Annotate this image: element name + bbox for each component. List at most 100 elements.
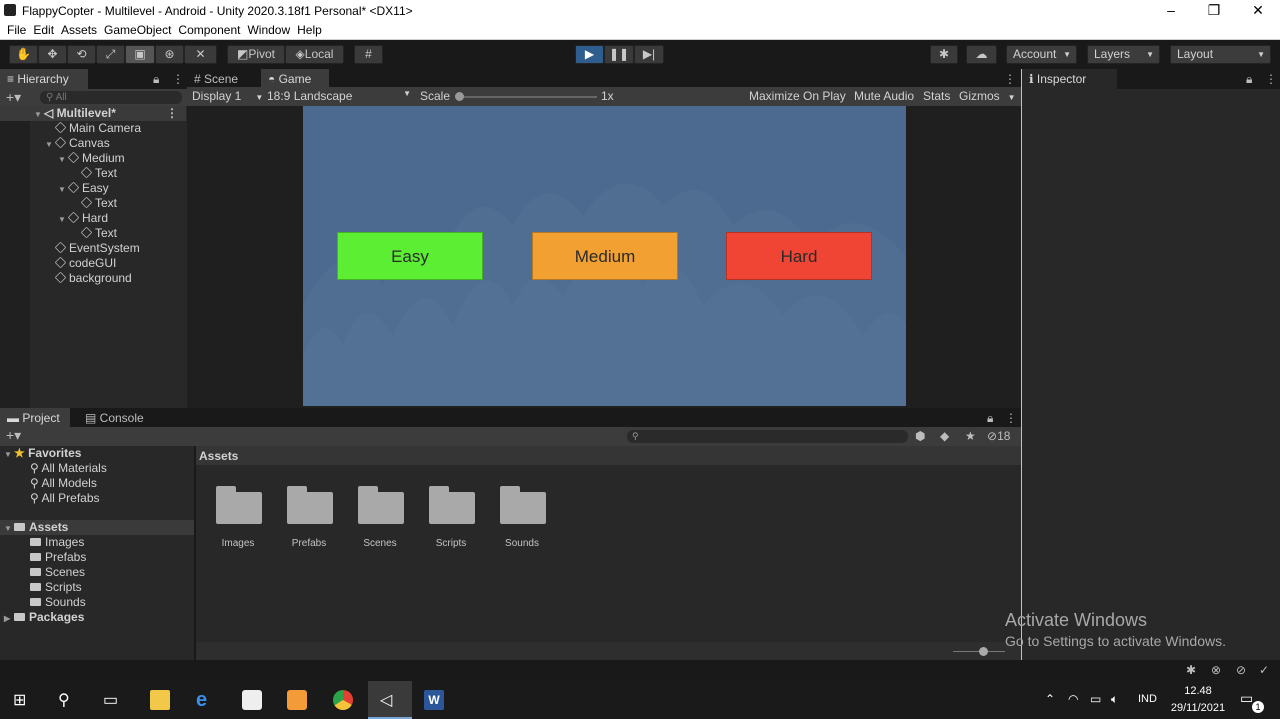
folder-label[interactable]: Images — [203, 538, 273, 549]
debug-bug-icon[interactable]: ✱ — [1186, 663, 1196, 677]
scale-tool-icon[interactable]: ⤢ — [96, 45, 125, 64]
hierarchy-item[interactable]: ▼ Easy — [0, 181, 186, 196]
local-toggle[interactable]: ◈Local — [285, 45, 344, 64]
battery-icon[interactable]: ▭ — [1090, 692, 1101, 706]
menu-assets[interactable]: Assets — [61, 21, 97, 40]
expand-arrow-icon[interactable]: ▼ — [45, 137, 55, 152]
breadcrumb[interactable]: Assets — [199, 449, 238, 463]
favorites-item[interactable]: ⚲ All Materials — [30, 461, 107, 476]
expand-arrow-icon[interactable]: ▼ — [58, 212, 68, 227]
play-button[interactable]: ▶ — [575, 45, 604, 64]
clock-date[interactable]: 29/11/2021 — [1166, 702, 1230, 714]
display-dropdown[interactable]: Display 1 ▼ — [192, 89, 263, 103]
packages-header[interactable]: ▶ Packages — [0, 610, 84, 625]
media-player-icon[interactable] — [287, 690, 307, 710]
hidden-packages-toggle[interactable]: ⊘18 — [987, 429, 1010, 443]
lock-icon[interactable]: 🔒︎ — [153, 72, 159, 87]
file-explorer-icon[interactable] — [150, 690, 170, 710]
gizmos-dropdown[interactable]: Gizmos ▼ — [959, 89, 1016, 103]
chrome-icon[interactable] — [333, 690, 353, 710]
assets-item[interactable]: Prefabs — [30, 550, 86, 565]
hard-button[interactable]: Hard — [726, 232, 872, 280]
easy-button[interactable]: Easy — [337, 232, 483, 280]
check-circle-icon[interactable]: ✓ — [1259, 663, 1269, 677]
hierarchy-item[interactable]: EventSystem — [0, 241, 186, 256]
restore-button[interactable]: ❐ — [1192, 0, 1236, 21]
hierarchy-item[interactable]: ▼ Hard — [0, 211, 186, 226]
maximize-on-play-toggle[interactable]: Maximize On Play — [749, 89, 846, 103]
scene-row[interactable]: ▼ ◁ Multilevel* ⋮ — [0, 106, 186, 121]
transform-tool-icon[interactable]: ⊛ — [155, 45, 184, 64]
step-button[interactable]: ▶| — [634, 45, 664, 64]
assets-item[interactable]: Sounds — [30, 595, 86, 610]
rotate-tool-icon[interactable]: ⟲ — [67, 45, 96, 64]
cache-icon[interactable]: ⊗ — [1211, 663, 1221, 677]
edge-browser-icon[interactable]: e — [196, 690, 216, 710]
stats-toggle[interactable]: Stats — [923, 89, 950, 103]
hand-tool-icon[interactable]: ✋ — [9, 45, 38, 64]
volume-icon[interactable]: 🔈︎ — [1111, 692, 1118, 707]
windows-start-icon[interactable]: ⊞ — [13, 690, 33, 710]
wifi-icon[interactable]: ◠ — [1068, 692, 1078, 706]
camera-app-icon[interactable] — [242, 690, 262, 710]
account-dropdown[interactable]: Account ▼ — [1006, 45, 1077, 64]
add-icon[interactable]: +▾ — [6, 89, 21, 106]
folder-icon[interactable] — [429, 486, 475, 524]
layers-dropdown[interactable]: Layers ▼ — [1087, 45, 1160, 64]
custom-tool-icon[interactable]: ✕ — [184, 45, 217, 64]
hierarchy-item[interactable]: Text — [0, 196, 186, 211]
more-icon[interactable]: ⋮ — [1265, 72, 1277, 86]
menu-edit[interactable]: Edit — [33, 21, 54, 40]
hierarchy-item[interactable]: Text — [0, 166, 186, 181]
rect-tool-icon[interactable]: ▣ — [125, 45, 155, 64]
more-icon[interactable]: ⋮ — [1004, 72, 1016, 86]
search-icon[interactable]: ⚲ — [58, 690, 78, 710]
assets-header[interactable]: ▼ Assets — [0, 520, 194, 535]
assets-item[interactable]: Scripts — [30, 580, 82, 595]
medium-button[interactable]: Medium — [532, 232, 678, 280]
menu-help[interactable]: Help — [297, 21, 322, 40]
hierarchy-item[interactable]: ▼ Medium — [0, 151, 186, 166]
tab-console[interactable]: ▤ Console — [78, 408, 158, 428]
assets-item[interactable]: Scenes — [30, 565, 85, 580]
favorites-item[interactable]: ⚲ All Models — [30, 476, 97, 491]
folder-icon[interactable] — [287, 486, 333, 524]
hierarchy-item[interactable]: background — [0, 271, 186, 286]
grid-snap-icon[interactable]: # — [354, 45, 383, 64]
scale-slider-handle[interactable] — [455, 92, 464, 101]
layout-dropdown[interactable]: Layout ▼ — [1170, 45, 1271, 64]
chevron-up-icon[interactable]: ⌃ — [1045, 692, 1055, 706]
filter-type-icon[interactable]: ⬢ — [915, 429, 925, 443]
hierarchy-item[interactable]: Text — [0, 226, 186, 241]
tab-scene[interactable]: # Scene — [187, 69, 257, 89]
word-icon[interactable]: W — [424, 690, 444, 710]
hierarchy-item[interactable]: Main Camera — [0, 121, 186, 136]
language-indicator[interactable]: IND — [1138, 693, 1157, 705]
favorites-header[interactable]: ▼ ★ Favorites — [0, 446, 194, 461]
pause-button[interactable]: ❚❚ — [604, 45, 634, 64]
lock-icon[interactable]: 🔒︎ — [1246, 72, 1252, 87]
more-icon[interactable]: ⋮ — [172, 72, 184, 86]
scale-slider[interactable] — [457, 96, 597, 98]
cloud-icon[interactable]: ☁ — [966, 45, 997, 64]
expand-arrow-icon[interactable]: ▼ — [58, 152, 68, 167]
tab-game[interactable]: ◓ Game — [261, 69, 329, 89]
folder-icon[interactable] — [216, 486, 262, 524]
menu-window[interactable]: Window — [247, 21, 290, 40]
folder-label[interactable]: Prefabs — [274, 538, 344, 549]
folder-label[interactable]: Sounds — [487, 538, 557, 549]
auto-generate-lighting-icon[interactable]: ⊘ — [1236, 663, 1246, 677]
minimize-button[interactable]: – — [1149, 0, 1193, 21]
tab-project[interactable]: ▬ Project — [0, 408, 70, 428]
menu-file[interactable]: File — [7, 21, 26, 40]
tab-inspector[interactable]: ℹ Inspector — [1022, 69, 1117, 89]
label-icon[interactable]: ◆ — [940, 429, 949, 443]
hierarchy-item[interactable]: ▼ Canvas — [0, 136, 186, 151]
hierarchy-search-input[interactable]: ⚲ All — [40, 91, 182, 104]
tab-hierarchy[interactable]: ≡ Hierarchy — [0, 69, 88, 89]
lock-icon[interactable]: 🔒︎ — [987, 411, 993, 426]
menu-component[interactable]: Component — [178, 21, 240, 40]
folder-label[interactable]: Scripts — [416, 538, 486, 549]
icon-size-slider-handle[interactable] — [979, 647, 988, 656]
add-icon[interactable]: +▾ — [6, 427, 21, 444]
